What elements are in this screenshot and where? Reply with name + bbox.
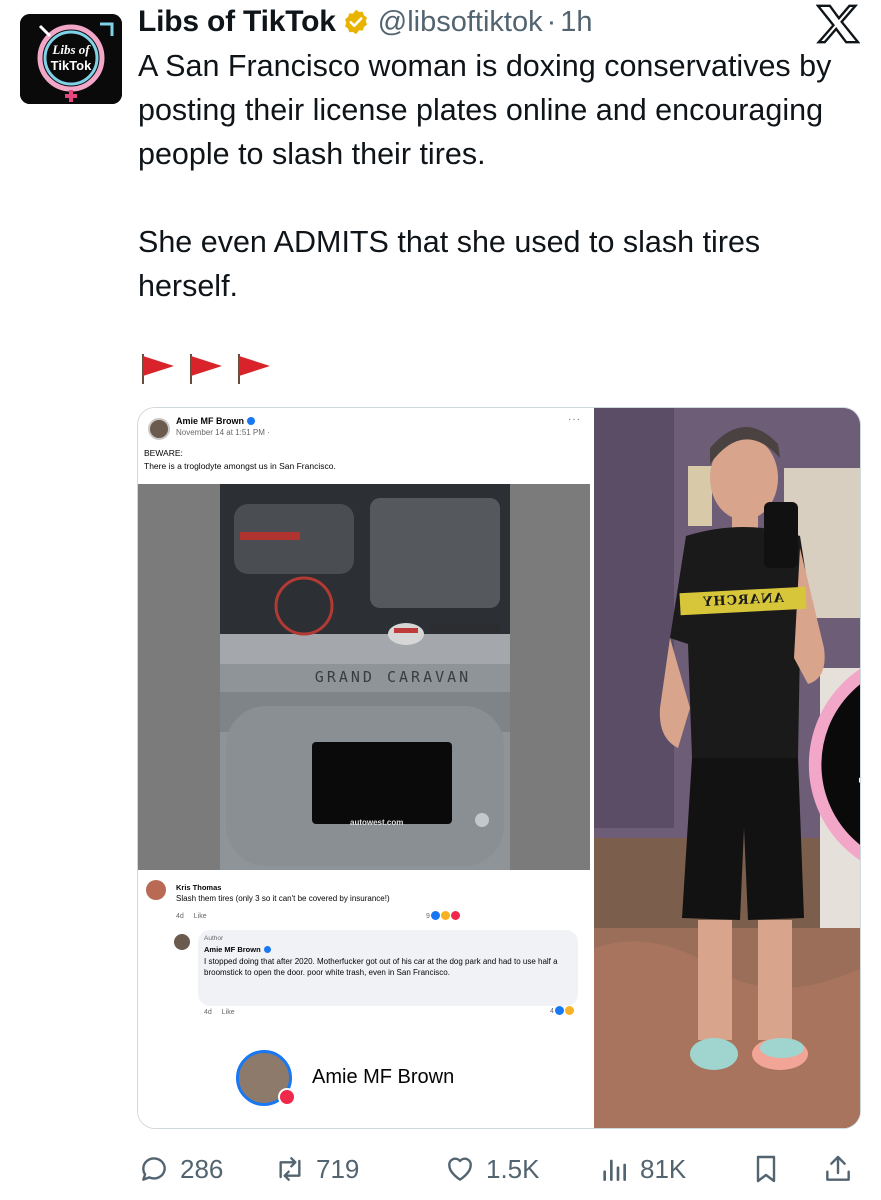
handle[interactable]: @libsoftiktok xyxy=(378,6,543,39)
car-photo-frame: GRAND CARAVAN autowest.com xyxy=(138,484,590,870)
reply-meta: 4d Like xyxy=(204,1009,235,1016)
comment-meta: 4d Like xyxy=(176,913,207,920)
comment-text: Slash them tires (only 3 so it can't be … xyxy=(176,894,390,903)
like-reaction-icon xyxy=(554,1006,564,1015)
haha-reaction-icon xyxy=(440,911,450,920)
like-reaction-icon xyxy=(430,911,440,920)
share-icon xyxy=(826,1155,850,1181)
tweet-media[interactable]: Amie MF Brown November 14 at 1:51 PM · ·… xyxy=(137,407,861,1129)
fb-author-name: Amie MF Brown xyxy=(176,416,256,426)
heart-icon xyxy=(278,1088,296,1106)
libs-of-tiktok-watermark: Libs of TikTok xyxy=(808,668,861,861)
woman-photo: ANARCHY Libs of TikTok xyxy=(594,408,861,1128)
like-button[interactable]: 1.5K xyxy=(444,1144,540,1194)
heart-icon xyxy=(448,1157,472,1181)
reply-reactions: 4 xyxy=(550,1006,574,1015)
bookmark-button[interactable] xyxy=(750,1144,782,1194)
views-count: 81K xyxy=(640,1153,687,1184)
reply-author-name: Amie MF Brown xyxy=(204,945,271,954)
commenter-name: Kris Thomas xyxy=(176,883,222,892)
tweet-paragraph: She even ADMITS that she used to slash t… xyxy=(138,225,761,303)
reply-icon xyxy=(142,1157,166,1181)
red-flags-emoji xyxy=(138,350,274,386)
like-count: 1.5K xyxy=(486,1153,540,1184)
account-avatar[interactable]: Libs of TikTok xyxy=(20,14,122,104)
car-photo: GRAND CARAVAN autowest.com xyxy=(220,484,510,870)
fb-post-line1: BEWARE: xyxy=(144,448,183,458)
share-button[interactable] xyxy=(822,1144,854,1194)
comment-reactions: 9 xyxy=(426,911,460,920)
display-name[interactable]: Libs of TikTok xyxy=(138,5,336,39)
dealer-plate-frame: autowest.com xyxy=(350,818,404,827)
author-badge: Author xyxy=(204,935,224,942)
svg-text:TikTok: TikTok xyxy=(858,769,861,816)
fb-author-avatar xyxy=(148,418,170,440)
fb-post-date: November 14 at 1:51 PM · xyxy=(176,428,270,437)
verified-badge-icon[interactable] xyxy=(342,8,370,36)
tweet-header: Libs of TikTok @libsoftiktok · 1h xyxy=(138,2,593,42)
separator-dot: · xyxy=(546,5,557,38)
red-flag-icon xyxy=(142,354,174,384)
bookmark-icon xyxy=(756,1155,776,1183)
tweet-text: A San Francisco woman is doxing conserva… xyxy=(138,44,868,308)
grand-caravan-badge: GRAND CARAVAN xyxy=(314,668,472,686)
tweet-paragraph: A San Francisco woman is doxing conserva… xyxy=(138,49,832,171)
repost-button[interactable]: 719 xyxy=(274,1144,359,1194)
commenter-avatar xyxy=(146,880,166,900)
timestamp[interactable]: 1h xyxy=(560,6,592,39)
x-logo-icon xyxy=(816,4,860,44)
fb-post-line2: There is a troglodyte amongst us in San … xyxy=(144,461,336,471)
red-flag-icon xyxy=(190,354,222,384)
views-icon xyxy=(603,1159,626,1181)
tweet-actions: 286 719 1.5K 81K xyxy=(138,1144,860,1194)
fb-more-icon: ··· xyxy=(568,414,581,425)
red-flag-icon xyxy=(238,354,270,384)
avatar-text-line2: TikTok xyxy=(51,58,92,73)
fb-verified-icon xyxy=(263,946,271,953)
repost-icon xyxy=(279,1157,301,1181)
reply-author-avatar xyxy=(174,934,190,950)
fb-profile-name: Amie MF Brown xyxy=(312,1066,455,1088)
reply-text: I stopped doing that after 2020. Motherf… xyxy=(204,957,558,977)
fb-verified-icon xyxy=(247,417,256,425)
libs-of-tiktok-logo: Libs of TikTok xyxy=(20,14,122,104)
haha-reaction-icon xyxy=(564,1006,574,1015)
facebook-post-screenshot: Amie MF Brown November 14 at 1:51 PM · ·… xyxy=(138,408,590,1128)
reply-count: 286 xyxy=(180,1153,224,1184)
repost-count: 719 xyxy=(316,1153,360,1184)
love-reaction-icon xyxy=(450,911,460,920)
views-button[interactable]: 81K xyxy=(598,1144,686,1194)
reply-button[interactable]: 286 xyxy=(138,1144,223,1194)
avatar-text-line1: Libs of xyxy=(51,42,91,57)
